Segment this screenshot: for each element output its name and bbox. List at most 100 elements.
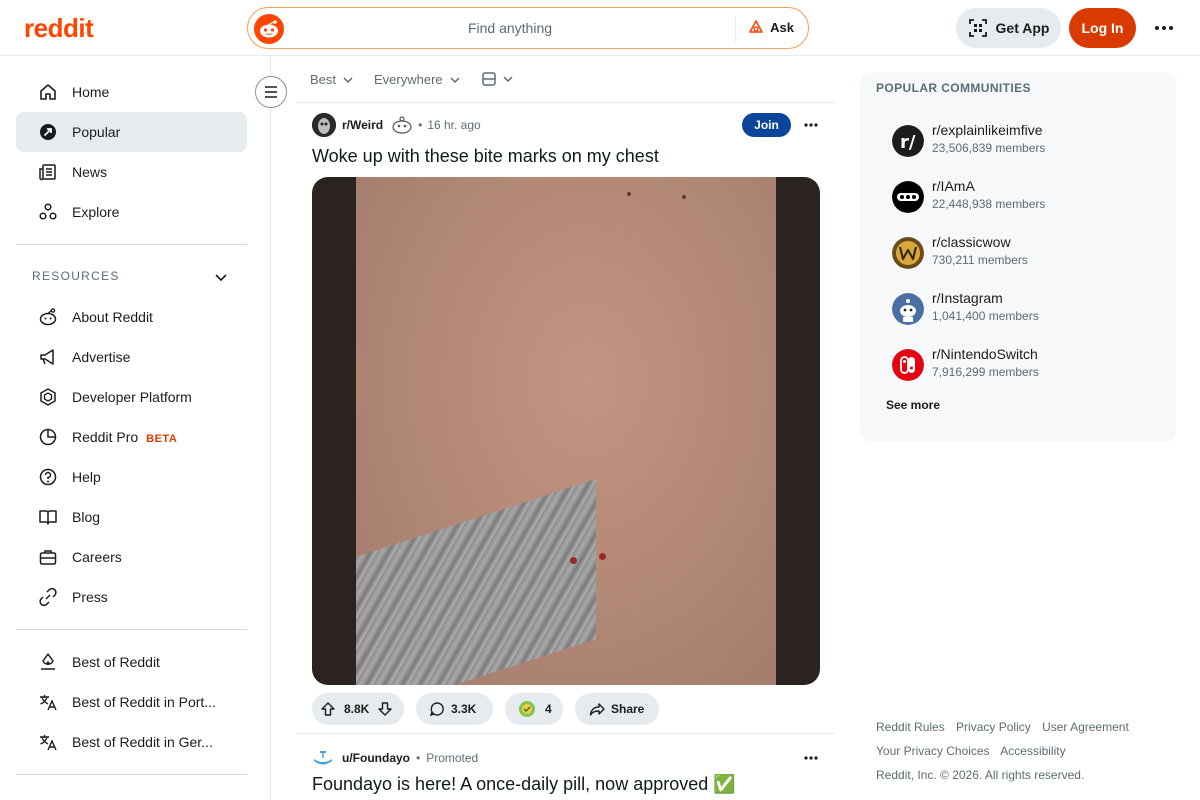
sidebar-item-blog[interactable]: Blog	[16, 497, 247, 537]
sort-dropdown[interactable]: Best	[310, 72, 354, 87]
share-button[interactable]: Share	[575, 693, 659, 725]
home-icon	[40, 84, 56, 100]
post-image[interactable]	[312, 177, 820, 685]
more-options-button[interactable]	[1148, 16, 1180, 40]
megaphone-icon	[40, 349, 54, 365]
community-item[interactable]: r/ r/explainlikeimfive 23,506,839 member…	[892, 122, 1162, 162]
footer-link-privacy[interactable]: Privacy Policy	[956, 720, 1031, 734]
advertiser-name[interactable]: u/Foundayo	[342, 751, 410, 765]
community-avatar	[892, 237, 924, 269]
search-bar[interactable]: Find anything Ask	[247, 7, 809, 49]
sidebar-divider	[16, 629, 247, 630]
footer-link-rules[interactable]: Reddit Rules	[876, 720, 945, 734]
community-name: r/IAmA	[932, 178, 975, 194]
sidebar-item-label: Blog	[72, 509, 101, 525]
share-icon	[589, 703, 605, 716]
comment-count: 3.3K	[451, 702, 477, 716]
footer-links-row: Reddit Rules Privacy Policy User Agreeme…	[876, 720, 1176, 734]
footer-link-user-agreement[interactable]: User Agreement	[1042, 720, 1129, 734]
collapse-sidebar-button[interactable]	[255, 76, 287, 108]
panel-title: POPULAR COMMUNITIES	[876, 81, 1031, 95]
sidebar-item-developer-platform[interactable]: Developer Platform	[16, 377, 247, 417]
meta-separator: •	[418, 118, 423, 132]
reddit-logo[interactable]: reddit	[24, 14, 94, 42]
subreddit-name[interactable]: r/Weird	[342, 118, 383, 132]
link-icon	[39, 587, 57, 607]
community-item[interactable]: r/Instagram 1,041,400 members	[892, 290, 1162, 330]
promoted-post-title[interactable]: Foundayo is here! A once-daily pill, now…	[312, 774, 736, 795]
location-dropdown[interactable]: Everywhere	[374, 72, 461, 87]
sidebar-item-best-of-reddit-german[interactable]: Best of Reddit in Ger...	[16, 722, 247, 762]
post-title[interactable]: Woke up with these bite marks on my ches…	[312, 146, 659, 167]
get-app-button[interactable]: Get App	[956, 8, 1061, 48]
ask-button[interactable]: Ask	[748, 19, 794, 35]
feed-sort-bar: Best Everywhere	[296, 57, 836, 103]
post-options-button[interactable]	[800, 114, 822, 136]
chevron-down-icon[interactable]	[213, 269, 229, 285]
sidebar-item-label: Developer Platform	[72, 389, 192, 405]
community-members: 23,506,839 members	[932, 141, 1046, 155]
award-icon	[519, 701, 535, 717]
award-button[interactable]: 4	[505, 693, 563, 725]
search-divider	[735, 16, 736, 42]
more-horizontal-icon	[804, 123, 818, 127]
search-placeholder[interactable]: Find anything	[288, 20, 732, 36]
sidebar-item-label: Help	[72, 469, 101, 485]
svg-text:r/: r/	[900, 132, 916, 153]
sidebar-item-label: Popular	[72, 124, 121, 140]
footer-link-accessibility[interactable]: Accessibility	[1000, 744, 1065, 758]
sidebar-item-advertise[interactable]: Advertise	[16, 337, 247, 377]
more-horizontal-icon	[1155, 26, 1173, 30]
sidebar-item-help[interactable]: Help	[16, 457, 247, 497]
popular-communities-panel: POPULAR COMMUNITIES r/ r/explainlikeimfi…	[860, 72, 1176, 442]
sidebar-item-about-reddit[interactable]: About Reddit	[16, 297, 247, 337]
more-horizontal-icon	[804, 756, 818, 760]
card-view-icon	[482, 72, 496, 86]
translate-icon	[40, 735, 57, 751]
sidebar-item-explore[interactable]: Explore	[16, 192, 247, 232]
view-dropdown[interactable]	[482, 72, 514, 86]
community-name: r/explainlikeimfive	[932, 122, 1043, 138]
community-members: 7,916,299 members	[932, 365, 1039, 379]
pie-chart-icon	[39, 428, 57, 446]
award-count: 4	[545, 702, 552, 716]
sidebar-item-popular[interactable]: Popular	[16, 112, 247, 152]
sidebar-divider	[16, 774, 247, 775]
resources-header[interactable]: RESOURCES	[32, 269, 120, 283]
sidebar-item-label: Home	[72, 84, 110, 100]
community-members: 1,041,400 members	[932, 309, 1039, 323]
sidebar-item-best-of-reddit-portuguese[interactable]: Best of Reddit in Port...	[16, 682, 247, 722]
sidebar-item-label: Press	[72, 589, 108, 605]
image-mark	[627, 192, 631, 196]
promo-options-button[interactable]	[800, 747, 822, 769]
sidebar-item-home[interactable]: Home	[16, 72, 247, 112]
community-name: r/classicwow	[932, 234, 1011, 250]
upvote-icon[interactable]	[320, 701, 336, 717]
sidebar-item-press[interactable]: Press	[16, 577, 247, 617]
advertiser-avatar[interactable]	[312, 747, 334, 769]
community-avatar	[892, 181, 924, 213]
reddit-pro-label: Reddit Pro	[72, 429, 139, 445]
popular-icon	[40, 124, 56, 140]
comments-button[interactable]: 3.3K	[416, 693, 493, 725]
sidebar-item-label: Best of Reddit in Ger...	[72, 734, 213, 750]
post-meta: r/Weird • 16 hr. ago	[312, 113, 481, 137]
subreddit-avatar[interactable]	[312, 113, 336, 137]
ask-label: Ask	[770, 19, 794, 35]
promoted-tag: Promoted	[426, 751, 479, 765]
login-button[interactable]: Log In	[1069, 8, 1136, 48]
sidebar-item-news[interactable]: News	[16, 152, 247, 192]
downvote-icon[interactable]	[377, 701, 393, 717]
sidebar-item-reddit-pro[interactable]: Reddit Pro BETA	[16, 417, 247, 457]
post-time: 16 hr. ago	[427, 118, 481, 132]
join-button[interactable]: Join	[742, 113, 791, 137]
help-icon	[39, 468, 57, 486]
community-item[interactable]: r/IAmA 22,448,938 members	[892, 178, 1162, 218]
community-item[interactable]: r/classicwow 730,211 members	[892, 234, 1162, 274]
sidebar-item-careers[interactable]: Careers	[16, 537, 247, 577]
see-more-link[interactable]: See more	[886, 398, 940, 412]
footer-link-privacy-choices[interactable]: Your Privacy Choices	[876, 744, 990, 758]
sidebar-item-label: News	[72, 164, 108, 180]
sidebar-item-best-of-reddit[interactable]: Best of Reddit	[16, 642, 247, 682]
community-item[interactable]: r/NintendoSwitch 7,916,299 members	[892, 346, 1162, 386]
